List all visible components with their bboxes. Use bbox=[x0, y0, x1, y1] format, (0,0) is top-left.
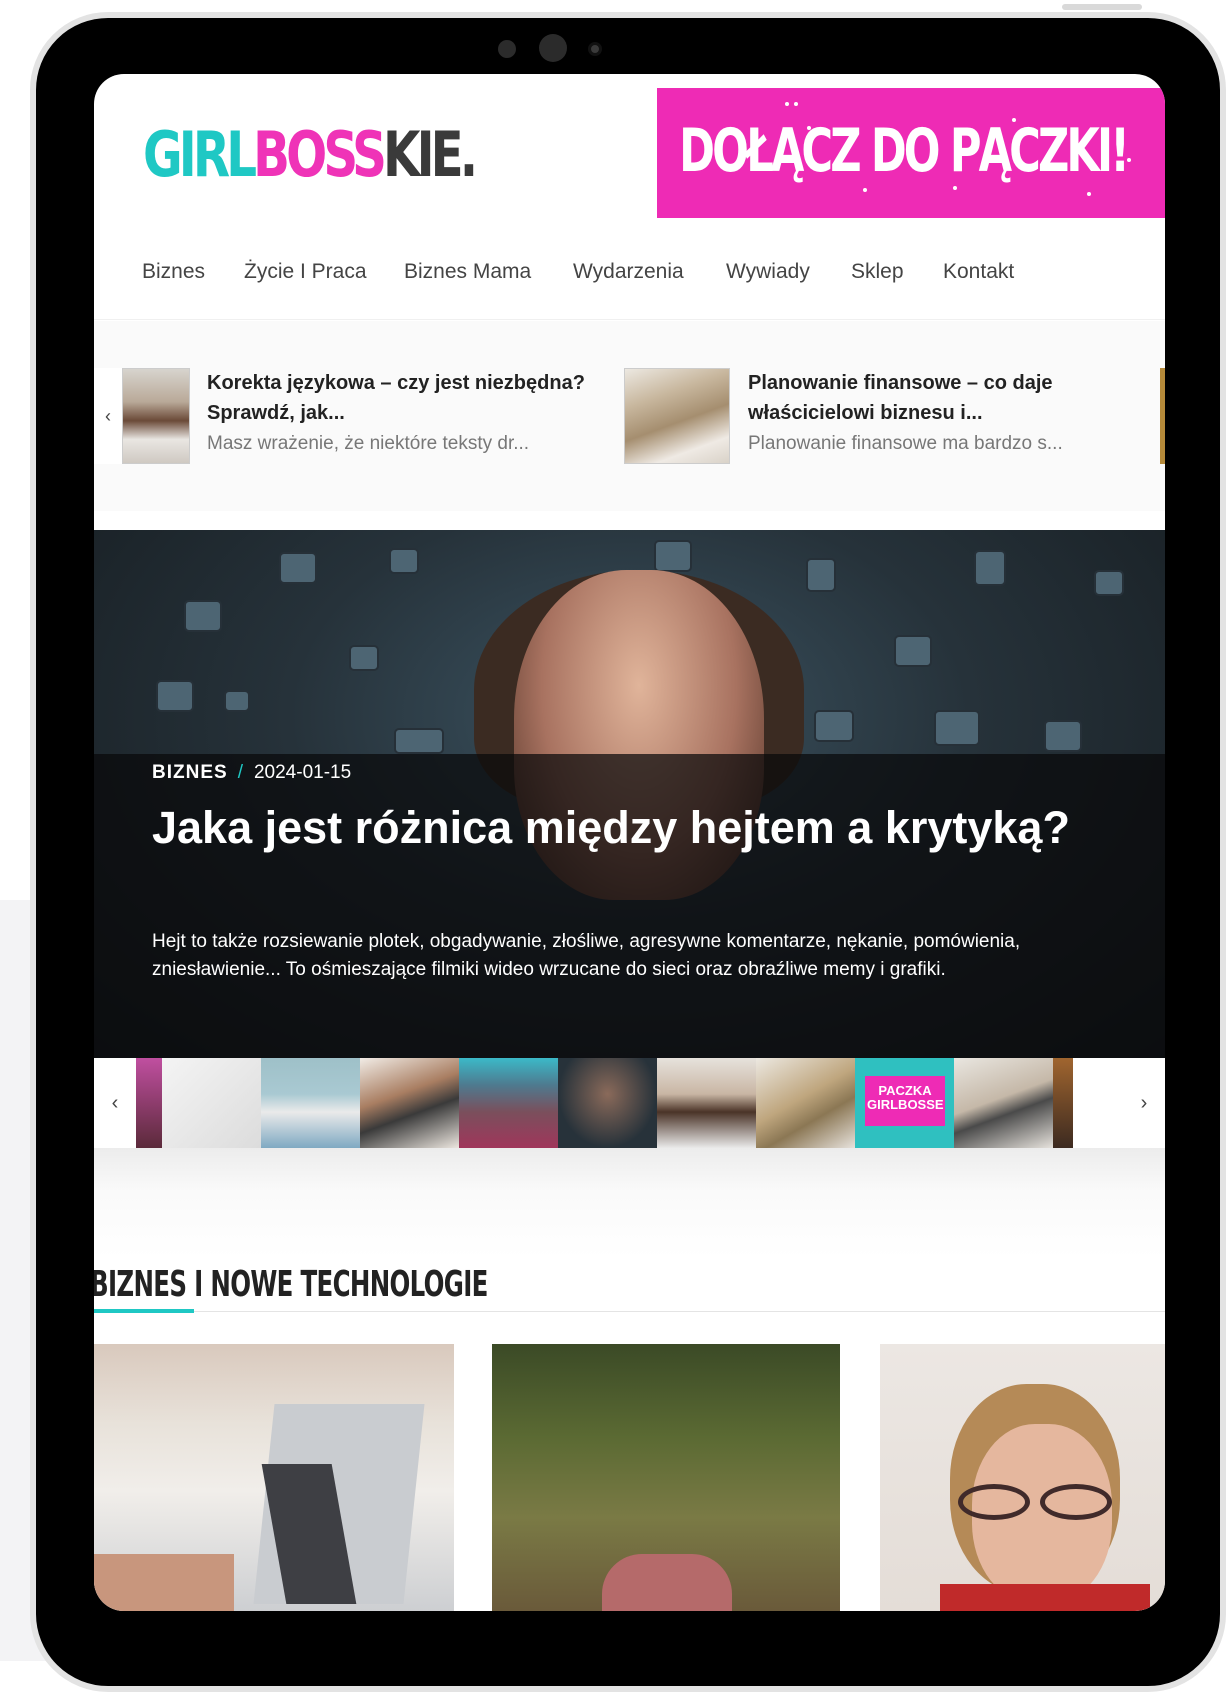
banner-text: DOŁĄCZ DO PĄCZKI! bbox=[679, 116, 1130, 186]
logo-part-girl: GIRL bbox=[143, 118, 257, 191]
ticker-item-title: Planowanie finansowe – co daje właścicie… bbox=[748, 372, 1053, 424]
main-navigation: Biznes Życie I Praca Biznes Mama Wydarze… bbox=[94, 224, 1165, 320]
hero-date: 2024-01-15 bbox=[253, 762, 352, 783]
ticker-item-image-partial bbox=[1160, 368, 1165, 464]
carousel-prev-button[interactable]: ‹ bbox=[94, 1058, 136, 1148]
ticker-item-excerpt: Masz wrażenie, że niektóre teksty dr... bbox=[207, 433, 530, 454]
carousel-thumb[interactable] bbox=[1053, 1058, 1073, 1148]
carousel-next-button[interactable]: › bbox=[1123, 1058, 1165, 1148]
carousel-thumb[interactable] bbox=[261, 1058, 360, 1148]
news-ticker: ‹ Korekta językowa – czy jest niezbędna?… bbox=[94, 321, 1165, 511]
carousel-thumb-promo[interactable]: PACZKA GIRLBOSSE bbox=[855, 1058, 954, 1148]
carousel-thumb[interactable] bbox=[954, 1058, 1053, 1148]
page-background-top bbox=[1062, 4, 1142, 10]
sensor-icon bbox=[498, 40, 516, 58]
nav-item-kontakt[interactable]: Kontakt bbox=[943, 260, 1014, 284]
ticker-item-title: Korekta językowa – czy jest niezbędna? S… bbox=[207, 372, 585, 424]
post-card-image[interactable] bbox=[492, 1344, 840, 1611]
carousel-thumb[interactable] bbox=[558, 1058, 657, 1148]
nav-item-biznes[interactable]: Biznes bbox=[142, 260, 205, 284]
hero-meta: BIZNES / 2024-01-15 bbox=[152, 762, 351, 784]
browser-screen: GIRLBOSSKIE. DOŁĄCZ DO PĄCZKI! Biznes Ży… bbox=[94, 74, 1165, 1611]
section-title: BIZNES I NOWE TECHNOLOGIE bbox=[94, 1264, 488, 1305]
ticker-item-image bbox=[122, 368, 190, 464]
promo-banner[interactable]: DOŁĄCZ DO PĄCZKI! bbox=[657, 88, 1165, 218]
ticker-prev-button[interactable]: ‹ bbox=[94, 368, 122, 464]
floating-screen-image bbox=[184, 600, 222, 632]
hero-article[interactable]: BIZNES / 2024-01-15 Jaka jest różnica międ… bbox=[94, 530, 1165, 1058]
promo-thumb-text: PACZKA GIRLBOSSE bbox=[867, 1083, 944, 1112]
nav-item-wydarzenia[interactable]: Wydarzenia bbox=[573, 260, 684, 284]
nav-item-sklep[interactable]: Sklep bbox=[851, 260, 904, 284]
carousel-thumb[interactable] bbox=[360, 1058, 459, 1148]
carousel-thumb[interactable] bbox=[756, 1058, 855, 1148]
carousel-thumb[interactable] bbox=[657, 1058, 756, 1148]
post-card-image[interactable] bbox=[880, 1344, 1165, 1611]
section-accent-bar bbox=[94, 1309, 194, 1313]
ticker-item-excerpt: Planowanie finansowe ma bardzo s... bbox=[748, 433, 1063, 454]
site-logo[interactable]: GIRLBOSSKIE. bbox=[143, 118, 478, 191]
ticker-item-image bbox=[624, 368, 730, 464]
meta-separator: / bbox=[237, 762, 244, 783]
logo-part-boss: BOSS bbox=[253, 118, 387, 191]
carousel-thumb[interactable] bbox=[459, 1058, 558, 1148]
nav-item-biznes-mama[interactable]: Biznes Mama bbox=[404, 260, 531, 284]
thumbnail-carousel: ‹ PACZKA GIRLBOSSE › bbox=[94, 1058, 1165, 1148]
hero-title[interactable]: Jaka jest różnica między hejtem a krytyk… bbox=[152, 800, 1082, 856]
hero-category[interactable]: BIZNES bbox=[152, 762, 228, 783]
camera-icon bbox=[539, 34, 567, 62]
nav-item-zycie-i-praca[interactable]: Życie I Praca bbox=[244, 260, 367, 284]
section-divider bbox=[94, 1311, 1165, 1312]
hero-excerpt: Hejt to także rozsiewanie plotek, obgady… bbox=[152, 931, 1021, 980]
light-sensor-icon bbox=[588, 42, 602, 56]
nav-item-wywiady[interactable]: Wywiady bbox=[726, 260, 810, 284]
logo-part-kie: KIE. bbox=[383, 118, 478, 191]
post-card-image[interactable] bbox=[94, 1344, 454, 1611]
carousel-thumb[interactable] bbox=[136, 1058, 162, 1148]
carousel-thumb[interactable] bbox=[162, 1058, 261, 1148]
